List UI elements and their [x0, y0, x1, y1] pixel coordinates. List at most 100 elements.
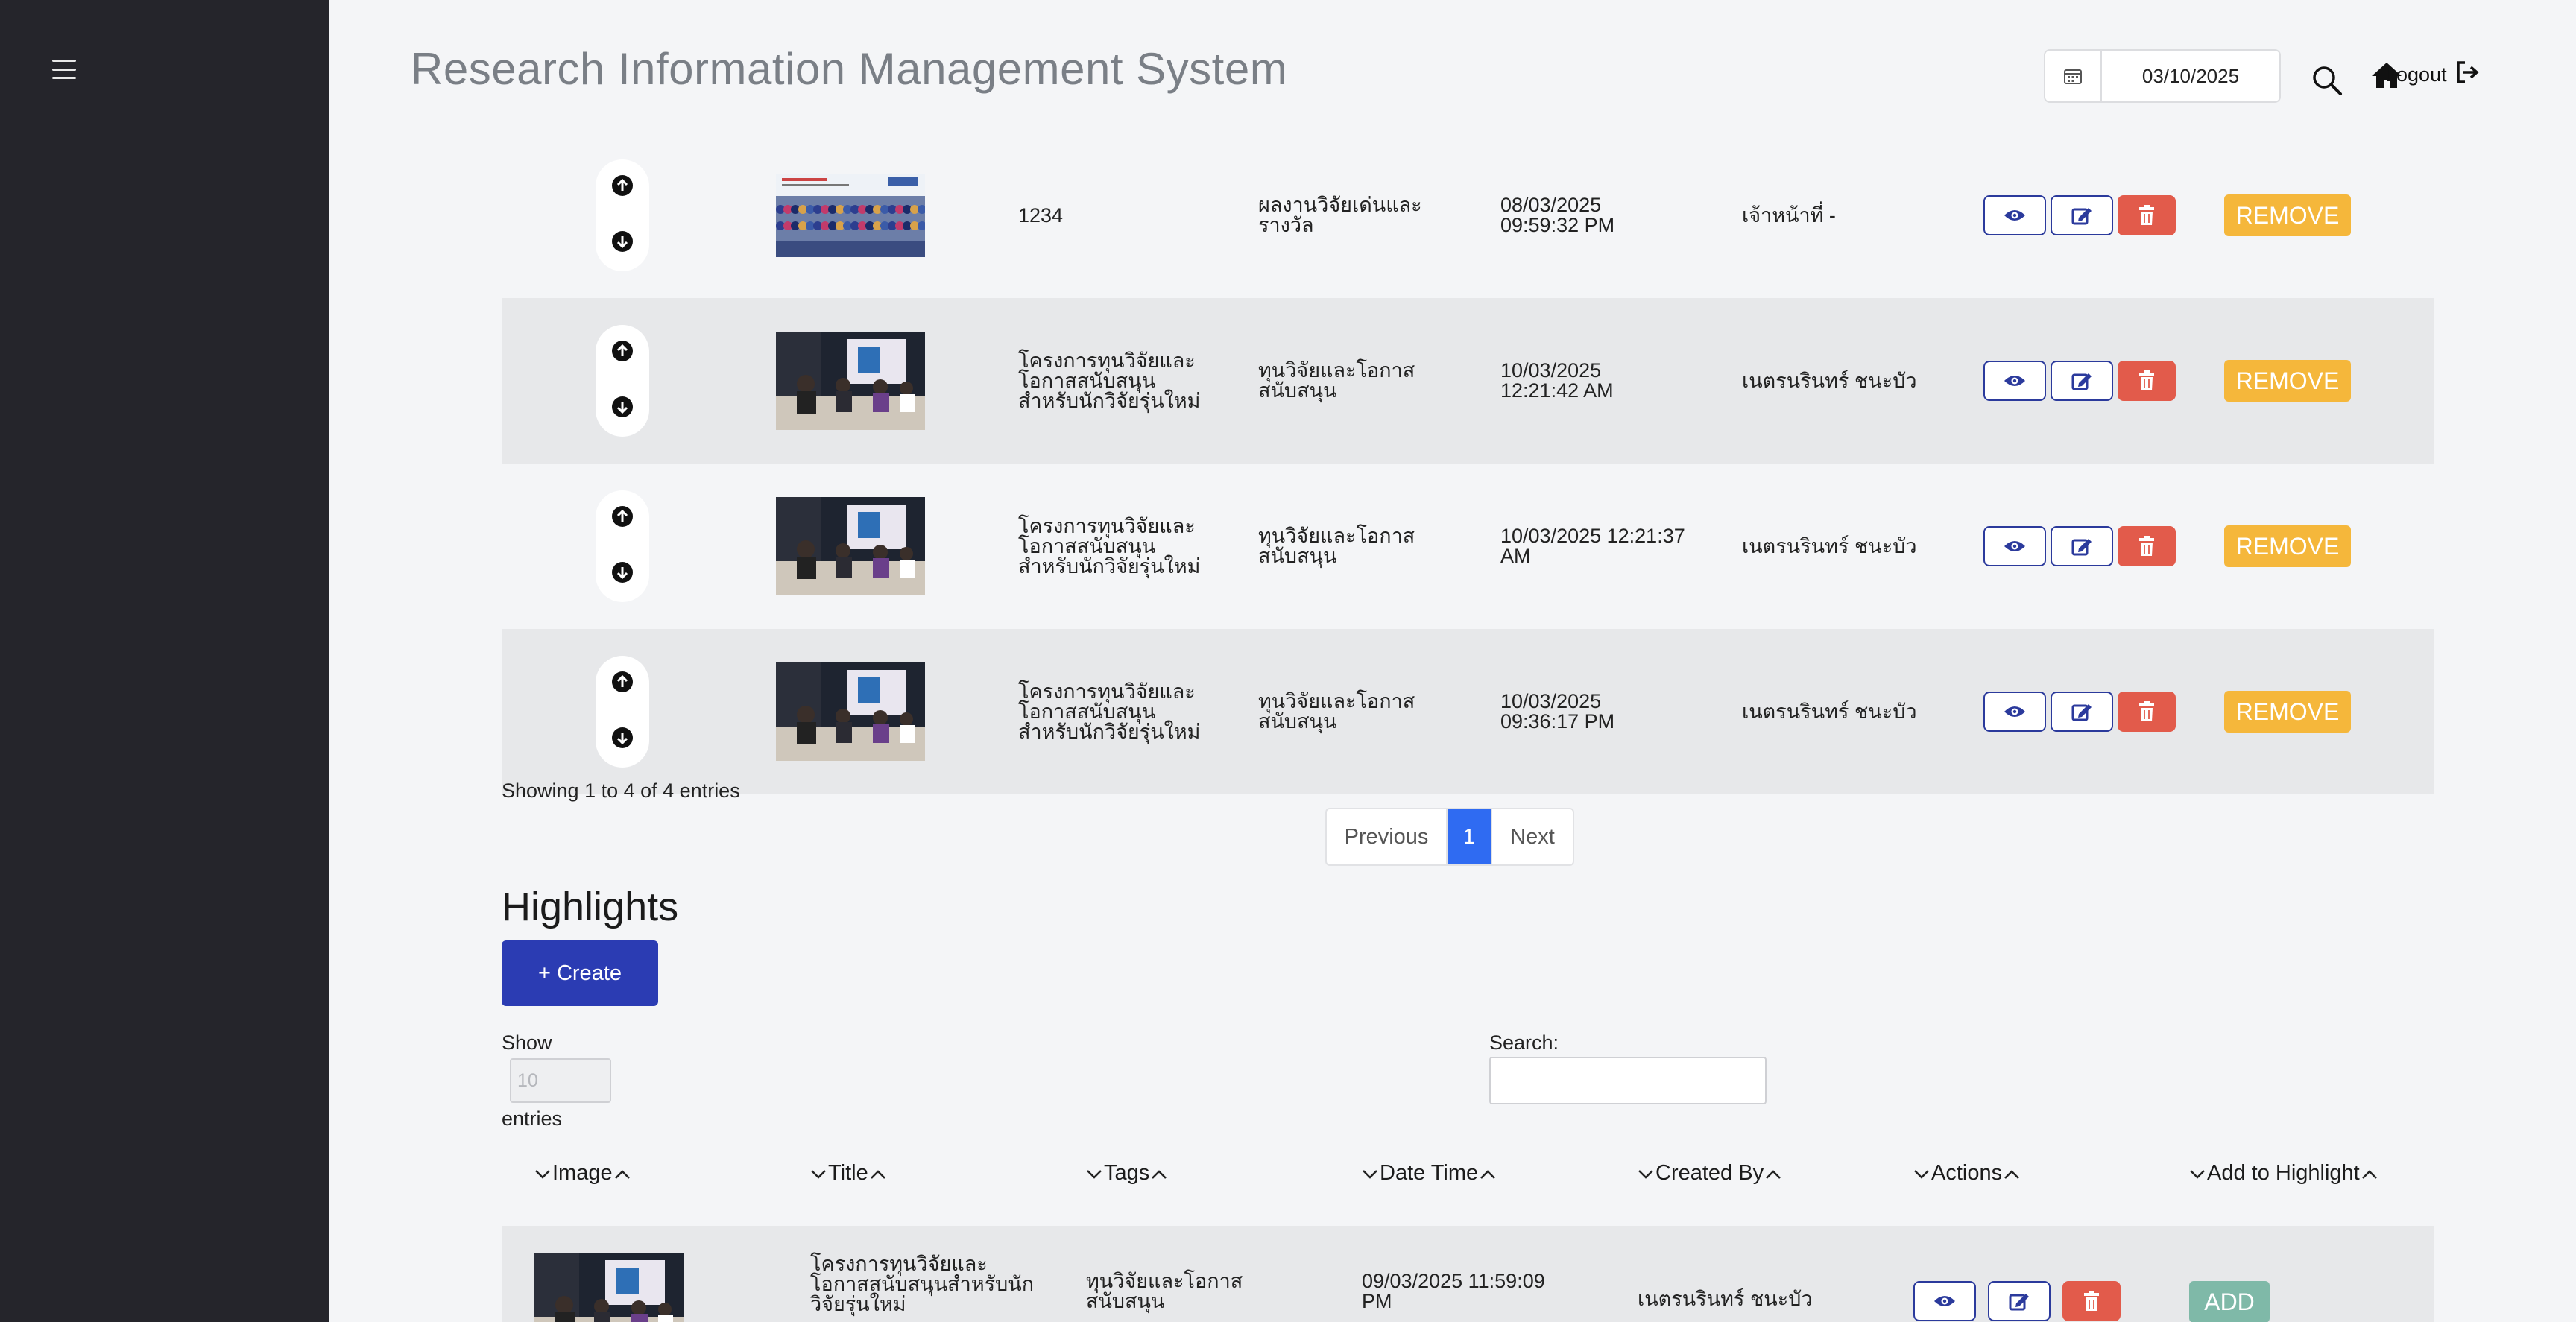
arrow-down-icon[interactable]: [611, 396, 634, 422]
column-label: Actions: [1931, 1161, 2003, 1185]
sidebar: [0, 0, 329, 1322]
column-label: Date Time: [1380, 1161, 1479, 1185]
calendar-icon[interactable]: [2045, 51, 2102, 101]
remove-button[interactable]: REMOVE: [2224, 691, 2351, 733]
column-label: Image: [552, 1161, 613, 1185]
order-controls: [596, 656, 649, 768]
create-button[interactable]: + Create: [502, 940, 658, 1006]
next-page-button[interactable]: Next: [1491, 809, 1573, 864]
arrow-down-icon[interactable]: [611, 230, 634, 256]
arrow-up-icon[interactable]: [611, 340, 634, 366]
search-icon[interactable]: [2311, 64, 2343, 101]
column-label: Tags: [1104, 1161, 1150, 1185]
table-header: Image Title Tags Date Time Created By Actions…: [502, 1161, 2434, 1198]
add-button[interactable]: ADD: [2189, 1281, 2270, 1322]
column-header[interactable]: Tags: [1086, 1161, 1167, 1186]
chevron-down-icon: [534, 1161, 551, 1186]
pagination: Previous 1 Next: [1325, 808, 1574, 866]
order-controls: [596, 159, 649, 271]
column-header[interactable]: Created By: [1638, 1161, 1781, 1186]
cell-title: โครงการทุนวิจัยและ โอกาสสนับสนุนสำหรับนั…: [810, 1252, 1035, 1315]
view-button[interactable]: [1983, 361, 2046, 401]
cell-datetime: 09/03/2025 11:59:09 PM: [1362, 1270, 1545, 1312]
previous-page-button[interactable]: Previous: [1327, 809, 1448, 864]
chevron-up-icon: [614, 1161, 631, 1186]
arrow-up-icon[interactable]: [611, 671, 634, 697]
arrow-down-icon[interactable]: [611, 561, 634, 587]
cell-created-by: เนตรนรินทร์ ชนะบัว: [1638, 1287, 1813, 1310]
page-1-button[interactable]: 1: [1448, 809, 1491, 864]
cell-tags: ทุนวิจัยและโอกาส สนับสนุน: [1258, 525, 1415, 567]
delete-button[interactable]: [2118, 361, 2176, 401]
table-row: โครงการทุนวิจัยและ โอกาสสนับสนุนสำหรับนั…: [502, 1226, 2434, 1322]
cell-created-by: เจ้าหน้าที่ -: [1742, 203, 1836, 227]
edit-button[interactable]: [2051, 692, 2113, 732]
edit-button[interactable]: [1988, 1281, 2051, 1321]
chevron-down-icon: [1638, 1161, 1654, 1186]
delete-button[interactable]: [2118, 526, 2176, 566]
delete-button[interactable]: [2118, 195, 2176, 235]
column-header[interactable]: Title: [810, 1161, 886, 1186]
chevron-up-icon: [1480, 1161, 1496, 1186]
cell-title: โครงการทุนวิจัยและ โอกาสสนับสนุน สำหรับน…: [1018, 349, 1201, 412]
edit-button[interactable]: [2051, 526, 2113, 566]
column-header[interactable]: Image: [534, 1161, 631, 1186]
cell-title: โครงการทุนวิจัยและ โอกาสสนับสนุน สำหรับน…: [1018, 514, 1201, 578]
order-controls: [596, 490, 649, 602]
table-row: โครงการทุนวิจัยและ โอกาสสนับสนุน สำหรับน…: [502, 464, 2434, 629]
cell-tags: ทุนวิจัยและโอกาส สนับสนุน: [1258, 690, 1415, 733]
cell-title: 1234: [1018, 203, 1064, 227]
row-thumbnail: [776, 174, 925, 257]
remove-button[interactable]: REMOVE: [2224, 525, 2351, 567]
page-size-select[interactable]: 10: [510, 1058, 611, 1103]
column-header[interactable]: Actions: [1913, 1161, 2020, 1186]
cell-datetime: 10/03/2025 12:21:42 AM: [1500, 359, 1614, 402]
chevron-down-icon: [810, 1161, 827, 1186]
row-thumbnail: [776, 497, 925, 595]
row-thumbnail: [534, 1253, 684, 1322]
edit-button[interactable]: [2051, 195, 2113, 235]
row-thumbnail: [776, 332, 925, 430]
cell-tags: ผลงานวิจัยเด่นและ รางวัล: [1258, 194, 1422, 236]
cell-title: โครงการทุนวิจัยและ โอกาสสนับสนุน สำหรับน…: [1018, 680, 1201, 743]
section-title: Highlights: [502, 885, 679, 929]
arrow-up-icon[interactable]: [611, 174, 634, 200]
chevron-down-icon: [2189, 1161, 2206, 1186]
show-label: Show: [502, 1031, 552, 1054]
search-input[interactable]: [1489, 1057, 1767, 1104]
column-header[interactable]: Add to Highlight: [2189, 1161, 2378, 1186]
chevron-up-icon: [2004, 1161, 2020, 1186]
chevron-down-icon: [1913, 1161, 1930, 1186]
date-value[interactable]: 03/10/2025: [2102, 65, 2279, 88]
entries-label: entries: [502, 1107, 563, 1130]
edit-button[interactable]: [2051, 361, 2113, 401]
delete-button[interactable]: [2118, 692, 2176, 732]
chevron-up-icon: [2361, 1161, 2378, 1186]
remove-button[interactable]: REMOVE: [2224, 194, 2351, 236]
column-header[interactable]: Date Time: [1362, 1161, 1496, 1186]
chevron-up-icon: [1765, 1161, 1781, 1186]
arrow-down-icon[interactable]: [611, 727, 634, 753]
app-title: Research Information Management System: [411, 44, 1288, 94]
cell-datetime: 08/03/2025 09:59:32 PM: [1500, 194, 1615, 236]
menu-icon[interactable]: [52, 60, 76, 79]
arrow-up-icon[interactable]: [611, 505, 634, 531]
cell-created-by: เนตรนรินทร์ ชนะบัว: [1742, 369, 1917, 392]
logout-icon: [2455, 60, 2480, 90]
cell-datetime: 10/03/2025 12:21:37 AM: [1500, 525, 1685, 567]
cell-tags: ทุนวิจัยและโอกาส สนับสนุน: [1258, 359, 1415, 402]
cell-tags: ทุนวิจัยและโอกาส สนับสนุน: [1086, 1270, 1243, 1312]
date-picker[interactable]: 03/10/2025: [2044, 49, 2281, 103]
view-button[interactable]: [1983, 526, 2046, 566]
table-row: 1234 ผลงานวิจัยเด่นและ รางวัล 08/03/2025 0…: [502, 133, 2434, 298]
view-button[interactable]: [1983, 195, 2046, 235]
column-label: Add to Highlight: [2207, 1161, 2360, 1185]
view-button[interactable]: [1913, 1281, 1976, 1321]
logout-button[interactable]: Logout: [2385, 60, 2480, 90]
column-label: Title: [828, 1161, 868, 1185]
order-controls: [596, 325, 649, 437]
remove-button[interactable]: REMOVE: [2224, 360, 2351, 402]
chevron-up-icon: [870, 1161, 886, 1186]
delete-button[interactable]: [2062, 1281, 2121, 1321]
view-button[interactable]: [1983, 692, 2046, 732]
